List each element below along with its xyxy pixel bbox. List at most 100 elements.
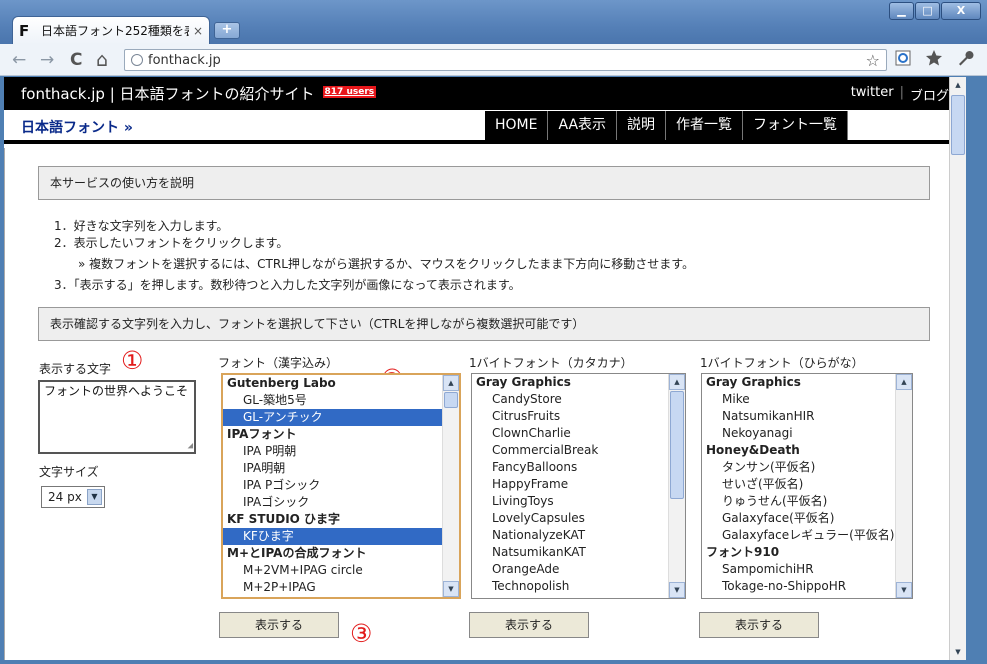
text-label: 表示する文字 — [39, 362, 112, 376]
font-option[interactable]: KFひま字 — [223, 528, 459, 545]
back-icon[interactable]: ← — [12, 50, 26, 70]
font-option[interactable]: ClownCharlie — [472, 425, 685, 442]
size-label: 文字サイズ — [39, 465, 99, 479]
font-option[interactable]: CandyStore — [472, 391, 685, 408]
tab-close-icon[interactable]: × — [193, 24, 203, 38]
wrench-icon[interactable] — [956, 49, 974, 73]
font-option[interactable]: IPA Pゴシック — [223, 477, 459, 494]
home-icon[interactable]: ⌂ — [96, 50, 108, 70]
listbox-scrollbar[interactable]: ▲ ▼ — [668, 374, 685, 598]
scroll-up-icon[interactable]: ▲ — [669, 374, 685, 390]
font-option[interactable]: NationalyzeKAT — [472, 527, 685, 544]
header-links: twitter | ブログ — [851, 85, 949, 104]
font-option[interactable]: せいざ(平仮名) — [702, 476, 912, 493]
close-window-button[interactable]: X — [941, 2, 981, 20]
step-marker-3: ③ — [350, 619, 373, 648]
globe-icon — [131, 54, 143, 66]
katakana-font-listbox[interactable]: Gray Graphics CandyStore CitrusFruits Clown… — [471, 373, 686, 599]
font-option[interactable]: LivingToys — [472, 493, 685, 510]
chevron-down-icon[interactable]: ▼ — [87, 489, 102, 505]
sub-navigation: 日本語フォント » HOME AA表示 説明 作者一覧 フォント一覧 — [4, 110, 966, 144]
blog-link[interactable]: ブログ — [910, 85, 949, 104]
font-option[interactable]: FancyBalloons — [472, 459, 685, 476]
hiragana-font-listbox[interactable]: Gray Graphics Mike NatsumikanHIR Nekoyanagi… — [701, 373, 913, 599]
font-option[interactable]: IPA P明朝 — [223, 443, 459, 460]
font-option[interactable]: LovelyCapsules — [472, 510, 685, 527]
font-option[interactable]: SampomichiHR — [702, 561, 912, 578]
scroll-thumb[interactable] — [670, 391, 684, 499]
favicon-icon: F — [19, 21, 30, 40]
font-group-label: Gutenberg Labo — [227, 376, 336, 390]
font-option[interactable]: NatsumikanHIR — [702, 408, 912, 425]
minimize-button[interactable]: ▁ — [889, 2, 914, 20]
scroll-up-icon[interactable]: ▲ — [443, 375, 459, 391]
show-hiragana-button[interactable]: 表示する — [699, 612, 819, 638]
scroll-thumb[interactable] — [444, 392, 458, 408]
scroll-up-icon[interactable]: ▲ — [896, 374, 912, 390]
text-input[interactable]: フォントの世界へようこそ ◢ — [38, 380, 196, 454]
scroll-down-icon[interactable]: ▼ — [669, 582, 685, 598]
scroll-down-icon[interactable]: ▼ — [896, 582, 912, 598]
kanji-font-listbox[interactable]: Gutenberg Labo GL-築地5号 GL-アンチック IPAフォント IPA … — [221, 373, 461, 599]
window-controls: ▁ □ X — [889, 2, 981, 20]
show-kanji-button[interactable]: 表示する — [219, 612, 339, 638]
font-option[interactable]: OrangeAde — [472, 561, 685, 578]
font-option[interactable]: CommercialBreak — [472, 442, 685, 459]
font-option[interactable]: NatsumikanKAT — [472, 544, 685, 561]
breadcrumb[interactable]: 日本語フォント » — [21, 117, 133, 137]
site-title[interactable]: fonthack.jp | 日本語フォントの紹介サイト — [21, 83, 315, 104]
bookmark-manager-icon[interactable] — [925, 49, 943, 73]
font-option[interactable]: GL-アンチック — [223, 409, 459, 426]
font-option[interactable]: Galaxyfaceレギュラー(平仮名) — [702, 527, 912, 544]
font-size-select[interactable]: 24 px ▼ — [41, 486, 105, 508]
bookmark-star-icon[interactable]: ☆ — [866, 51, 880, 70]
ie-tab-icon[interactable] — [894, 49, 912, 73]
font-option[interactable]: Mike — [702, 391, 912, 408]
font-option[interactable]: タンサン(平仮名) — [702, 459, 912, 476]
font-option[interactable]: Galaxyface(平仮名) — [702, 510, 912, 527]
scroll-down-icon[interactable]: ▼ — [950, 644, 966, 660]
help-heading: 本サービスの使い方を説明 — [38, 166, 930, 200]
font-option[interactable]: M+2P+IPAG — [223, 579, 459, 596]
menu-item-fonts[interactable]: フォント一覧 — [743, 111, 849, 140]
scroll-down-icon[interactable]: ▼ — [443, 581, 459, 597]
menu-item-authors[interactable]: 作者一覧 — [666, 111, 744, 140]
font-option[interactable]: りゅうせん(平仮名) — [702, 493, 912, 510]
help-step: 3．「表示する」を押します。数秒待つと入力した文字列が画像になって表示されます。 — [54, 278, 521, 292]
listbox-scrollbar[interactable]: ▲ ▼ — [442, 375, 459, 597]
font-option[interactable]: M+2VM+IPAG circle — [223, 562, 459, 579]
menu-item-help[interactable]: 説明 — [617, 111, 667, 140]
twitter-link[interactable]: twitter — [851, 85, 894, 104]
font-option[interactable]: Technopolish — [472, 578, 685, 595]
browser-tab[interactable]: F 日本語フォント252種類を表... × — [12, 16, 210, 44]
font-option[interactable]: CitrusFruits — [472, 408, 685, 425]
resize-grip-icon[interactable]: ◢ — [188, 442, 193, 451]
font-option[interactable]: HappyFrame — [472, 476, 685, 493]
font-option[interactable]: Nekoyanagi — [702, 425, 912, 442]
forward-icon[interactable]: → — [40, 50, 54, 70]
users-badge[interactable]: 817 users — [322, 85, 377, 98]
font-option[interactable]: GL-築地5号 — [223, 392, 459, 409]
menu-item-home[interactable]: HOME — [485, 111, 549, 140]
page-scrollbar[interactable]: ▲ ▼ — [949, 77, 966, 660]
font-group-label: Gray Graphics — [476, 375, 571, 389]
kanji-fonts-label: フォント（漢字込み） — [218, 356, 339, 370]
font-option[interactable]: IPA明朝 — [223, 460, 459, 477]
font-size-value: 24 px — [48, 490, 82, 504]
show-katakana-button[interactable]: 表示する — [469, 612, 589, 638]
tab-title: 日本語フォント252種類を表... — [41, 24, 189, 38]
help-step: 1．好きな文字列を入力します。 — [54, 219, 229, 233]
font-option[interactable]: IPAゴシック — [223, 494, 459, 511]
menu-item-aa[interactable]: AA表示 — [548, 111, 618, 140]
scroll-up-icon[interactable]: ▲ — [950, 77, 966, 93]
address-bar[interactable]: fonthack.jp ☆ — [124, 49, 887, 71]
maximize-button[interactable]: □ — [915, 2, 940, 20]
listbox-scrollbar[interactable]: ▲ ▼ — [895, 374, 912, 598]
font-option[interactable]: Tokage-no-ShippoHR — [702, 578, 912, 595]
new-tab-button[interactable]: + — [214, 22, 240, 39]
font-group-label: フォント910 — [706, 545, 780, 559]
reload-icon[interactable]: C — [70, 50, 82, 70]
web-page: fonthack.jp | 日本語フォントの紹介サイト 817 users tw… — [4, 77, 966, 660]
page-scroll-thumb[interactable] — [951, 95, 965, 155]
url-text: fonthack.jp — [148, 52, 221, 68]
